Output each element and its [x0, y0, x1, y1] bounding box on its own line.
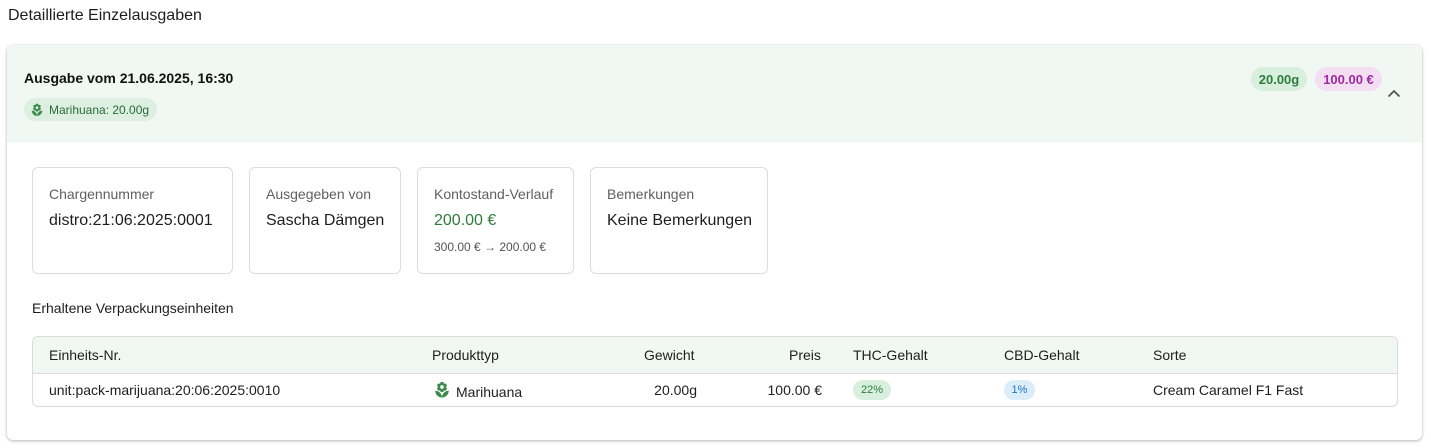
strain-cell: Cream Caramel F1 Fast: [1153, 382, 1304, 398]
plant-icon: [30, 103, 44, 117]
thc-pill: 22%: [853, 380, 891, 400]
column-header-weight[interactable]: Gewicht: [644, 347, 695, 363]
batch-number-box: Chargennummer distro:21:06:2025:0001: [32, 167, 233, 274]
balance-history-label: Kontostand-Verlauf: [434, 186, 554, 202]
table-row[interactable]: unit:pack-marijuana:20:06:2025:0010 Mari…: [33, 374, 1397, 406]
product-chip: Marihuana: 20.00g: [24, 98, 158, 121]
weight-cell: 20.00g: [654, 382, 697, 398]
issued-by-value: Sascha Dämgen: [266, 212, 385, 229]
collapse-button[interactable]: [1383, 83, 1405, 105]
plant-icon: [433, 381, 451, 402]
balance-history-box: Kontostand-Verlauf 200.00 € 300.00 € → 2…: [417, 167, 574, 274]
issued-by-box: Ausgegeben von Sascha Dämgen: [249, 167, 401, 274]
cbd-pill: 1%: [1004, 380, 1035, 400]
product-type-cell: Marihuana: [433, 381, 522, 402]
weight-badge: 20.00g: [1251, 67, 1307, 91]
column-header-product-type[interactable]: Produkttyp: [432, 347, 499, 363]
dispense-card: Ausgabe vom 21.06.2025, 16:30 Marihuana:…: [7, 45, 1422, 440]
column-header-price[interactable]: Preis: [789, 347, 821, 363]
remarks-value: Keine Bemerkungen: [607, 212, 752, 229]
remarks-box: Bemerkungen Keine Bemerkungen: [590, 167, 768, 274]
column-header-thc[interactable]: THC-Gehalt: [853, 347, 928, 363]
chevron-up-icon: [1387, 85, 1401, 103]
dispense-card-header[interactable]: Ausgabe vom 21.06.2025, 16:30 Marihuana:…: [7, 45, 1422, 142]
batch-number-value: distro:21:06:2025:0001: [49, 212, 213, 229]
section-title: Detaillierte Einzelausgaben: [8, 7, 202, 24]
price-badge: 100.00 €: [1315, 67, 1382, 91]
unit-number-cell: unit:pack-marijuana:20:06:2025:0010: [49, 382, 281, 398]
product-type-label: Marihuana: [456, 383, 523, 400]
balance-change: 300.00 € → 200.00 €: [434, 240, 547, 254]
units-title: Erhaltene Verpackungseinheiten: [32, 300, 234, 316]
price-cell: 100.00 €: [767, 382, 823, 398]
units-table: Einheits-Nr. Produkttyp Gewicht Preis TH…: [32, 336, 1398, 407]
balance-value: 200.00 €: [434, 212, 497, 229]
column-header-cbd[interactable]: CBD-Gehalt: [1004, 347, 1079, 363]
batch-number-label: Chargennummer: [49, 186, 155, 202]
column-header-unit-no[interactable]: Einheits-Nr.: [49, 347, 121, 363]
units-table-header: Einheits-Nr. Produkttyp Gewicht Preis TH…: [33, 337, 1397, 374]
dispense-title: Ausgabe vom 21.06.2025, 16:30: [24, 70, 234, 86]
remarks-label: Bemerkungen: [607, 186, 695, 202]
issued-by-label: Ausgegeben von: [266, 186, 372, 202]
product-chip-label: Marihuana: 20.00g: [49, 102, 150, 117]
column-header-strain[interactable]: Sorte: [1153, 347, 1186, 363]
